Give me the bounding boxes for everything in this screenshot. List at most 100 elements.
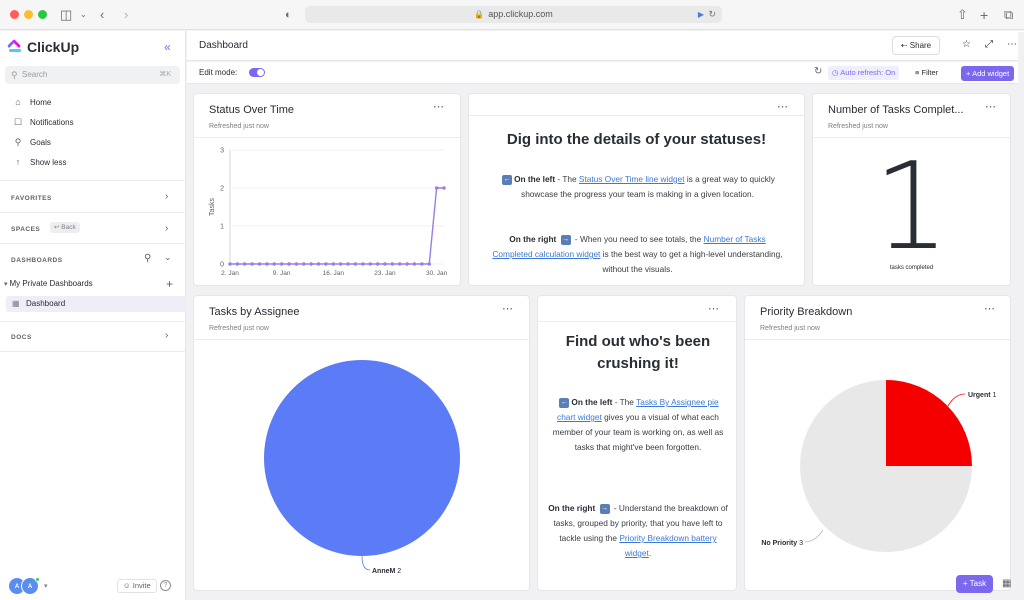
paragraph-text: - The (555, 174, 579, 184)
sidebar-divider (0, 212, 185, 213)
data-point (250, 262, 254, 266)
private-dashboards-folder[interactable]: ▾ My Private Dashboards (4, 279, 93, 288)
dashboards-section-header[interactable]: DASHBOARDS (11, 257, 63, 264)
back-label: Back (61, 224, 76, 231)
favorites-section-header[interactable]: FAVORITES (11, 195, 52, 202)
new-tab-icon[interactable]: + (980, 6, 988, 24)
data-point (324, 262, 328, 266)
page-scrollbar[interactable] (1018, 32, 1024, 600)
add-dashboard-icon[interactable]: + (166, 277, 173, 291)
share-button[interactable]: ⇠ Share (892, 36, 940, 55)
user-avatars[interactable]: A A (8, 577, 42, 595)
text-widget-heading: Find out who's been crushing it! (565, 333, 711, 372)
sidebar-item-home[interactable]: ⌂ Home (12, 95, 51, 109)
paragraph-text: . (648, 548, 652, 558)
edit-mode-toggle[interactable] (249, 68, 265, 77)
docs-section-header[interactable]: DOCS (11, 334, 32, 341)
data-point (353, 262, 358, 266)
widget-menu-icon[interactable]: ⋯ (502, 302, 514, 315)
text-widget-paragraph: On the right → - When you need to see to… (491, 232, 784, 277)
chevron-down-icon[interactable]: ⌄ (80, 6, 87, 24)
data-point (265, 262, 269, 266)
pie-leader-line (361, 555, 371, 571)
assignee-pie-chart: AnneM 2 (264, 360, 460, 575)
priority-breakdown-link[interactable]: Priority Breakdown battery widget (619, 533, 716, 558)
auto-refresh-icon: ◷ (832, 68, 839, 77)
widget-menu-icon[interactable]: ⋯ (985, 100, 997, 113)
help-button[interactable]: ? (160, 580, 171, 591)
page-header: Dashboard ⇠ Share ☆ ⤢ ⋯ (187, 31, 1024, 61)
data-point (383, 262, 387, 266)
spaces-chevron-icon[interactable]: › (165, 223, 168, 234)
forward-arrow-icon[interactable]: › (124, 6, 128, 24)
sidebar-item-show-less[interactable]: ↑ Show less (12, 155, 67, 169)
apps-grid-icon[interactable]: ▦ (1002, 578, 1014, 590)
reload-icon[interactable]: ↻ (708, 6, 716, 23)
paragraph-bold: On the left (514, 174, 556, 184)
y-axis-label: Tasks (209, 198, 216, 216)
minimize-window-button[interactable] (24, 10, 33, 19)
chevron-down-icon[interactable]: ⌄ (164, 252, 172, 263)
assignee-info-widget[interactable]: ⋯ Find out who's been crushing it! ← On t… (537, 295, 737, 591)
add-widget-button[interactable]: + Add widget (961, 66, 1015, 81)
caret-down-icon[interactable]: ▾ (44, 582, 48, 590)
docs-chevron-icon[interactable]: › (165, 330, 168, 341)
bell-icon: ☐ (13, 116, 23, 127)
collapse-sidebar-icon[interactable]: « (164, 40, 171, 54)
address-bar[interactable]: 🔒 app.clickup.com ▶ ↻ (305, 6, 722, 23)
paragraph-text: - When you need to see totals, the (572, 234, 704, 244)
sidebar-divider (0, 321, 185, 322)
sidebar-toggle-icon[interactable]: ◫ (60, 6, 72, 24)
data-point (309, 262, 313, 266)
sidebar-search-input[interactable]: ⚲ Search ⌘K (5, 66, 180, 84)
data-point (243, 262, 247, 266)
sidebar-divider (0, 351, 185, 352)
widget-menu-icon[interactable]: ⋯ (708, 302, 720, 315)
data-point (375, 262, 380, 266)
back-chip[interactable]: ↩ Back (50, 222, 80, 233)
paragraph-bold: On the left (571, 397, 613, 407)
x-tick-label: 16. Jan (323, 270, 345, 277)
widget-menu-icon[interactable]: ⋯ (984, 302, 996, 315)
pie-leader-line (804, 529, 824, 543)
data-point (434, 186, 439, 190)
sidebar-item-notifications[interactable]: ☐ Notifications (12, 115, 74, 129)
sidebar-item-label: Dashboard (26, 299, 66, 308)
filter-button[interactable]: ≡ Filter (915, 68, 938, 77)
widget-menu-icon[interactable]: ⋯ (777, 100, 789, 113)
clickup-logo-icon (6, 38, 22, 54)
spaces-section-header[interactable]: SPACES (11, 226, 40, 233)
invite-button[interactable]: ☺ Invite (117, 579, 157, 593)
favorites-chevron-icon[interactable]: › (165, 191, 168, 202)
sidebar-item-goals[interactable]: ⚲ Goals (12, 135, 51, 149)
paragraph-bold: On the right (548, 503, 596, 513)
close-window-button[interactable] (10, 10, 19, 19)
clickup-logo[interactable]: ClickUp (6, 38, 79, 55)
maximize-window-button[interactable] (38, 10, 47, 19)
priority-breakdown-widget[interactable]: Priority Breakdown Refreshed just now ⋯ … (744, 295, 1011, 591)
more-options-icon[interactable]: ⋯ (1007, 39, 1017, 50)
status-over-time-widget[interactable]: Status Over Time Refreshed just now ⋯ 0 1… (193, 93, 461, 286)
tasks-by-assignee-widget[interactable]: Tasks by Assignee Refreshed just now ⋯ A… (193, 295, 530, 591)
status-over-time-link[interactable]: Status Over Time line widget (579, 174, 685, 184)
share-page-icon[interactable]: ⇧ (957, 6, 968, 24)
audio-icon[interactable]: ▶ (698, 6, 704, 23)
x-tick-label: 2. Jan (221, 270, 239, 277)
lock-icon: 🔒 (474, 10, 485, 19)
refresh-icon[interactable]: ↻ (814, 66, 822, 77)
back-arrow-icon[interactable]: ‹ (100, 6, 104, 24)
tasks-completed-widget[interactable]: Number of Tasks Complet... Refreshed jus… (812, 93, 1011, 286)
star-icon[interactable]: ☆ (962, 39, 971, 50)
invite-label: Invite (132, 581, 151, 590)
add-task-button[interactable]: + Task (956, 575, 993, 593)
tab-overview-icon[interactable]: ⧉ (1004, 6, 1013, 24)
widget-title: Priority Breakdown (760, 306, 853, 318)
statuses-info-widget[interactable]: ⋯ Dig into the details of your statuses!… (468, 93, 805, 286)
sidebar-item-dashboard[interactable]: ▦ Dashboard (6, 296, 186, 312)
widget-menu-icon[interactable]: ⋯ (433, 100, 445, 113)
shield-icon[interactable]: ◐ (285, 6, 292, 24)
fullscreen-icon[interactable]: ⤢ (985, 39, 993, 50)
auto-refresh-button[interactable]: ◷ Auto refresh: On (828, 66, 900, 80)
search-dashboards-icon[interactable]: ⚲ (144, 253, 151, 264)
paragraph-bold: On the right (509, 234, 557, 244)
